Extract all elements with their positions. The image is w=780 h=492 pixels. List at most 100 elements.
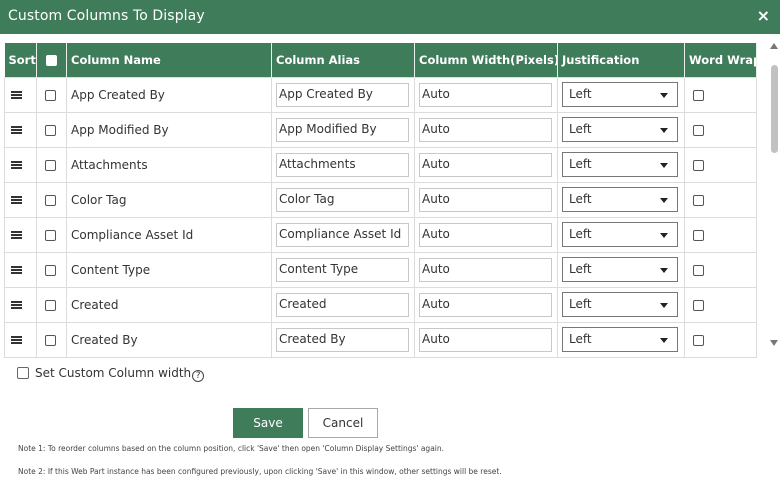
row-select-checkbox[interactable] [45, 299, 56, 311]
drag-handle-icon[interactable] [11, 160, 22, 169]
caret-down-icon [660, 128, 668, 133]
caret-down-icon [660, 93, 668, 98]
drag-handle-icon[interactable] [11, 265, 22, 274]
help-icon[interactable]: ? [192, 370, 205, 382]
columns-grid: Sort Column Name Column Alias Column Wid… [4, 43, 766, 359]
save-button[interactable]: Save [233, 408, 303, 438]
justification-select[interactable]: Left [562, 82, 678, 107]
justification-select[interactable]: Left [562, 222, 678, 247]
column-name-cell: App Created By [66, 76, 272, 113]
dialog-title: Custom Columns To Display [8, 8, 205, 24]
word-wrap-checkbox[interactable] [693, 299, 704, 311]
drag-handle-icon[interactable] [11, 335, 22, 344]
caret-down-icon [660, 233, 668, 238]
caret-down-icon [660, 163, 668, 168]
column-name-cell: Attachments [66, 146, 272, 183]
word-wrap-checkbox[interactable] [693, 229, 704, 241]
column-width-input[interactable]: Auto [419, 257, 552, 282]
justification-select[interactable]: Left [562, 117, 678, 142]
word-wrap-checkbox[interactable] [693, 334, 704, 346]
column-alias-input[interactable]: App Created By [276, 82, 409, 107]
table-row: Created Created Auto Left [4, 286, 757, 323]
caret-down-icon [660, 268, 668, 273]
scroll-up-icon[interactable] [770, 43, 778, 49]
custom-width-checkbox[interactable] [17, 367, 29, 379]
column-width-input[interactable]: Auto [419, 82, 552, 107]
column-alias-input[interactable]: Attachments [276, 152, 409, 177]
table-header-row: Sort Column Name Column Alias Column Wid… [4, 43, 757, 77]
table-row: App Created By App Created By Auto Left [4, 76, 757, 113]
column-width-input[interactable]: Auto [419, 187, 552, 212]
column-alias-input[interactable]: Color Tag [276, 187, 409, 212]
drag-handle-icon[interactable] [11, 230, 22, 239]
justification-value: Left [569, 192, 592, 206]
justification-select[interactable]: Left [562, 187, 678, 212]
table-row: App Modified By App Modified By Auto Lef… [4, 111, 757, 148]
drag-handle-icon[interactable] [11, 90, 22, 99]
header-column-width: Column Width(Pixels) [414, 43, 558, 77]
caret-down-icon [660, 338, 668, 343]
caret-down-icon [660, 198, 668, 203]
row-select-checkbox[interactable] [45, 229, 56, 241]
justification-value: Left [569, 227, 592, 241]
note-reorder: Note 1: To reorder columns based on the … [18, 444, 445, 453]
custom-width-label: Set Custom Column width [35, 366, 192, 380]
header-justification: Justification [557, 43, 685, 77]
justification-value: Left [569, 87, 592, 101]
cancel-button[interactable]: Cancel [308, 408, 378, 438]
column-width-input[interactable]: Auto [419, 327, 552, 352]
column-name-cell: App Modified By [66, 111, 272, 148]
vertical-scrollbar[interactable] [769, 43, 780, 351]
justification-select[interactable]: Left [562, 152, 678, 177]
justification-value: Left [569, 332, 592, 346]
scrollbar-thumb[interactable] [771, 65, 778, 153]
word-wrap-checkbox[interactable] [693, 159, 704, 171]
word-wrap-checkbox[interactable] [693, 264, 704, 276]
custom-width-option[interactable]: Set Custom Column width? [17, 366, 205, 382]
select-all-checkbox[interactable] [46, 54, 57, 66]
row-select-checkbox[interactable] [45, 264, 56, 276]
table-row: Color Tag Color Tag Auto Left [4, 181, 757, 218]
column-name-cell: Color Tag [66, 181, 272, 218]
justification-value: Left [569, 157, 592, 171]
row-select-checkbox[interactable] [45, 334, 56, 346]
word-wrap-checkbox[interactable] [693, 124, 704, 136]
justification-select[interactable]: Left [562, 292, 678, 317]
row-select-checkbox[interactable] [45, 89, 56, 101]
column-alias-input[interactable]: Created [276, 292, 409, 317]
column-name-cell: Compliance Asset Id [66, 216, 272, 253]
drag-handle-icon[interactable] [11, 125, 22, 134]
header-select-all [36, 43, 67, 77]
justification-value: Left [569, 297, 592, 311]
header-sort: Sort [4, 43, 37, 77]
justification-value: Left [569, 122, 592, 136]
table-row: Attachments Attachments Auto Left [4, 146, 757, 183]
column-width-input[interactable]: Auto [419, 222, 552, 247]
justification-select[interactable]: Left [562, 257, 678, 282]
column-alias-input[interactable]: Compliance Asset Id [276, 222, 409, 247]
column-alias-input[interactable]: Content Type [276, 257, 409, 282]
drag-handle-icon[interactable] [11, 195, 22, 204]
row-select-checkbox[interactable] [45, 124, 56, 136]
dialog-titlebar: Custom Columns To Display × [0, 0, 780, 34]
caret-down-icon [660, 303, 668, 308]
scroll-down-icon[interactable] [770, 340, 778, 346]
word-wrap-checkbox[interactable] [693, 89, 704, 101]
column-name-cell: Content Type [66, 251, 272, 288]
column-alias-input[interactable]: App Modified By [276, 117, 409, 142]
drag-handle-icon[interactable] [11, 300, 22, 309]
close-icon[interactable]: × [757, 6, 770, 25]
justification-value: Left [569, 262, 592, 276]
row-select-checkbox[interactable] [45, 194, 56, 206]
justification-select[interactable]: Left [562, 327, 678, 352]
word-wrap-checkbox[interactable] [693, 194, 704, 206]
column-name-cell: Created [66, 286, 272, 323]
column-width-input[interactable]: Auto [419, 292, 552, 317]
header-word-wrap: Word Wrap [684, 43, 757, 77]
column-width-input[interactable]: Auto [419, 117, 552, 142]
table-row: Created By Created By Auto Left [4, 321, 757, 358]
column-width-input[interactable]: Auto [419, 152, 552, 177]
row-select-checkbox[interactable] [45, 159, 56, 171]
column-alias-input[interactable]: Created By [276, 327, 409, 352]
note-reset: Note 2: If this Web Part instance has be… [18, 467, 502, 476]
